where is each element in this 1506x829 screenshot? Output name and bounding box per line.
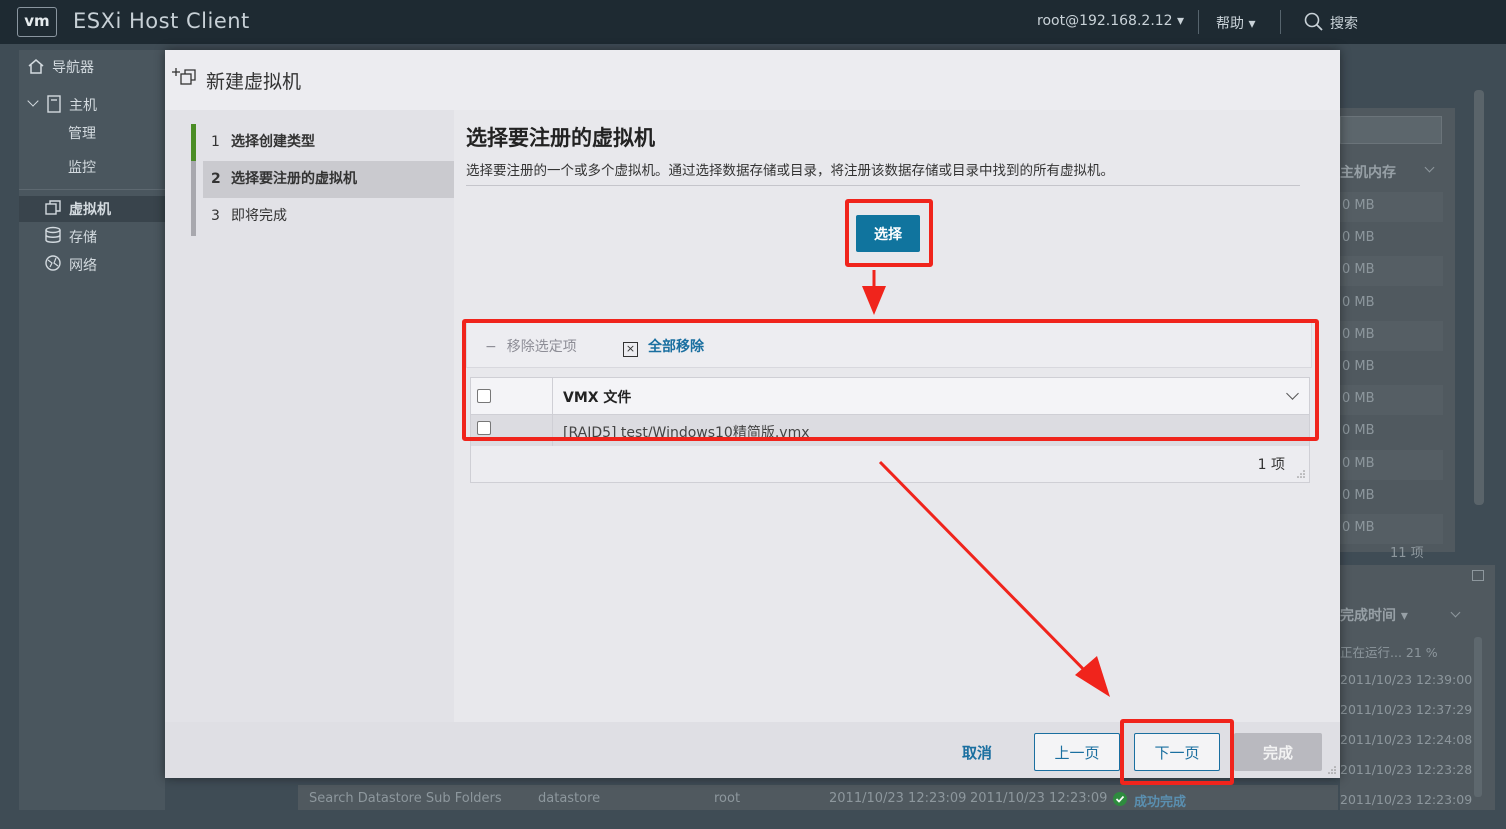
task-time: 2011/10/23 12:39:00	[1340, 672, 1473, 687]
task-result: 成功完成	[1134, 795, 1187, 810]
task-time: 2011/10/23 12:37:29	[1340, 702, 1473, 717]
memory-value: 0 MB	[1342, 262, 1375, 278]
vm-list-panel: 主机内存 0 MB 0 MB 0 MB 0 MB 0 MB 0 MB 0 MB 0 MB 0 M…	[1340, 108, 1455, 561]
previous-button[interactable]: 上一页	[1034, 733, 1120, 771]
task-time: 2011/10/23 12:23:28	[1340, 762, 1473, 777]
task-target: datastore	[538, 791, 601, 806]
home-icon	[28, 59, 44, 74]
highlight-next	[1120, 719, 1234, 785]
vm-count: 11 项	[1390, 546, 1424, 561]
maximize-icon[interactable]	[1472, 570, 1484, 581]
divider	[19, 189, 165, 190]
highlight-grid	[462, 319, 1319, 441]
memory-value: 0 MB	[1342, 294, 1375, 310]
step-3[interactable]: 3 即将完成	[203, 198, 454, 235]
nav-virtual-machines[interactable]: 虚拟机	[69, 199, 111, 219]
divider	[466, 185, 1300, 186]
chevron-down-icon[interactable]	[1450, 607, 1461, 618]
memory-value: 0 MB	[1342, 487, 1375, 503]
divider	[1198, 10, 1199, 34]
chevron-down-icon[interactable]	[1424, 162, 1435, 173]
step-complete-bar	[191, 124, 196, 161]
nav-network[interactable]: 网络	[69, 255, 97, 275]
vmware-logo: vm	[17, 7, 57, 37]
navigator-panel: 导航器 主机 管理 监控 虚拟机 存储 网络	[19, 50, 165, 810]
task-name: Search Datastore Sub Folders	[309, 791, 502, 806]
search-link[interactable]: 搜索	[1330, 13, 1358, 33]
task-time: 正在运行... 21 %	[1340, 645, 1438, 660]
memory-value: 0 MB	[1342, 326, 1375, 342]
memory-value: 0 MB	[1342, 198, 1375, 213]
nav-storage[interactable]: 存储	[69, 227, 97, 247]
help-menu[interactable]: 帮助 ▾	[1216, 13, 1255, 33]
column-host-memory[interactable]: 主机内存	[1340, 162, 1396, 182]
task-time: 2011/10/23 12:23:09	[1340, 792, 1473, 807]
app-title: ESXi Host Client	[73, 9, 250, 33]
finish-button[interactable]: 完成	[1234, 733, 1322, 771]
tasks-row: Search Datastore Sub Folders datastore r…	[298, 785, 1338, 810]
resize-grip-icon[interactable]	[1297, 470, 1305, 478]
user-menu[interactable]: root@192.168.2.12 ▾	[1037, 13, 1184, 29]
task-initiator: root	[714, 791, 741, 806]
nav-manage[interactable]: 管理	[68, 123, 96, 143]
item-count: 1 项	[1257, 457, 1285, 473]
success-icon	[1113, 792, 1127, 806]
memory-value: 0 MB	[1342, 520, 1375, 535]
host-icon	[47, 95, 61, 113]
task-started: 2011/10/23 12:23:09	[970, 791, 1108, 806]
scrollbar[interactable]	[1474, 637, 1482, 797]
content-description: 选择要注册的一个或多个虚拟机。通过选择数据存储或目录，将注册该数据存储或目录中找…	[466, 163, 1114, 179]
cancel-button[interactable]: 取消	[949, 733, 1005, 771]
step-pending-bar	[191, 161, 196, 236]
top-bar: vm ESXi Host Client root@192.168.2.12 ▾ …	[0, 0, 1506, 44]
memory-value: 0 MB	[1342, 230, 1375, 246]
task-queued: 2011/10/23 12:23:09	[829, 791, 967, 806]
memory-value: 0 MB	[1342, 455, 1375, 471]
dialog-header: 新建虚拟机	[165, 50, 1340, 110]
step-1[interactable]: 1 选择创建类型	[203, 124, 454, 161]
resize-grip-icon[interactable]	[1328, 766, 1336, 774]
memory-value: 0 MB	[1342, 359, 1375, 374]
search-icon[interactable]	[1304, 12, 1324, 32]
nav-host[interactable]: 主机	[69, 95, 97, 115]
nav-monitor[interactable]: 监控	[68, 157, 96, 177]
navigator-title: 导航器	[52, 60, 94, 76]
network-icon	[45, 255, 61, 271]
step-2[interactable]: 2 选择要注册的虚拟机	[203, 161, 454, 198]
vm-icon	[45, 200, 61, 215]
column-completed[interactable]: 完成时间 ▾	[1340, 605, 1408, 625]
memory-value: 0 MB	[1342, 423, 1375, 439]
divider	[1280, 10, 1281, 34]
new-vm-icon	[172, 68, 196, 85]
content-title: 选择要注册的虚拟机	[466, 126, 655, 150]
dialog-title: 新建虚拟机	[206, 71, 302, 93]
scrollbar[interactable]	[1474, 90, 1484, 505]
storage-icon	[45, 226, 61, 243]
highlight-select	[845, 199, 933, 267]
task-time: 2011/10/23 12:24:08	[1340, 732, 1473, 747]
filter-input[interactable]	[1340, 116, 1442, 144]
memory-value: 0 MB	[1342, 391, 1375, 407]
chevron-down-icon[interactable]	[27, 95, 39, 107]
recent-tasks-panel: 完成时间 ▾ 正在运行... 21 % 2011/10/23 12:39:00 20…	[1340, 565, 1495, 810]
wizard-steps: 1 选择创建类型 2 选择要注册的虚拟机 3 即将完成	[165, 110, 454, 722]
